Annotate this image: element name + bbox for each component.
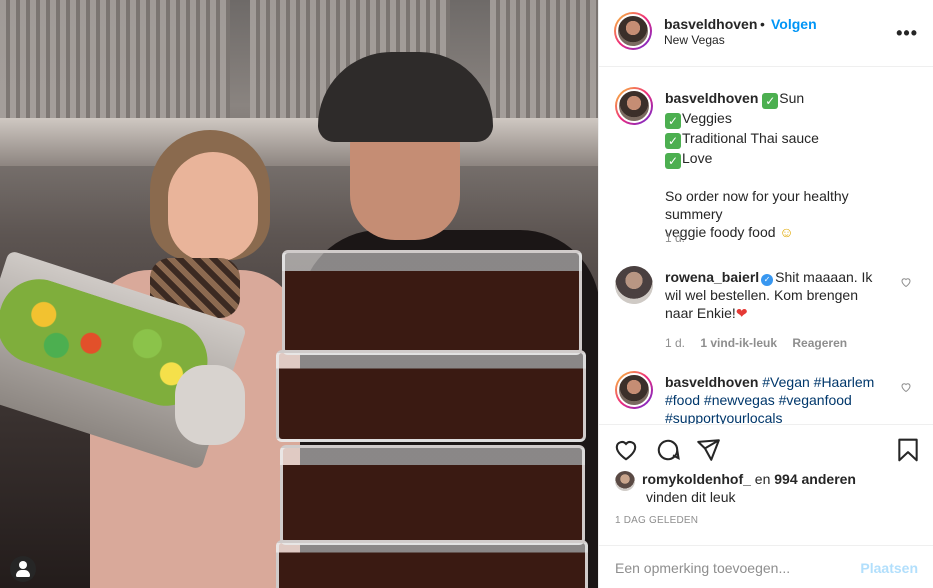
sauce-container bbox=[276, 540, 588, 588]
comment-line: naar Enkie! bbox=[665, 305, 736, 321]
comments-list[interactable]: basveldhoven ✓ Sun ✓ Veggies ✓ Traditional … bbox=[599, 67, 933, 424]
caption-line: Love bbox=[682, 150, 713, 166]
heart-outline-icon[interactable] bbox=[900, 276, 912, 288]
caption-line: Sun bbox=[779, 90, 805, 106]
glove bbox=[175, 365, 245, 445]
action-bar bbox=[599, 424, 933, 464]
comment-line: wil wel bestellen. Kom brengen bbox=[665, 287, 858, 303]
comment-text: rowena_baierl ✓ Shit maaaan. Ik wil wel be… bbox=[665, 268, 895, 322]
hashtag-link[interactable]: #Vegan #Haarlem bbox=[762, 374, 874, 390]
woman-face bbox=[168, 152, 258, 262]
caption-meta: 1 d. bbox=[665, 231, 697, 245]
timestamp[interactable]: 1 d. bbox=[665, 336, 685, 350]
post-comment-button[interactable]: Plaatsen bbox=[860, 560, 918, 576]
sauce-container bbox=[276, 350, 586, 442]
comment-text: basveldhoven #Vegan #Haarlem #food #newv… bbox=[665, 373, 895, 424]
timestamp[interactable]: 1 d. bbox=[665, 231, 685, 245]
location-link[interactable]: New Vegas bbox=[664, 33, 725, 47]
post-photo[interactable] bbox=[0, 0, 598, 588]
comment-item: basveldhoven #Vegan #Haarlem #food #newv… bbox=[615, 371, 920, 424]
like-heart-icon[interactable] bbox=[613, 437, 639, 463]
liker-username[interactable]: romykoldenhof_ bbox=[642, 471, 751, 487]
heart-emoji-icon: ❤ bbox=[735, 305, 748, 321]
comment-input[interactable]: Een opmerking toevoegen... bbox=[615, 560, 790, 576]
caption-username[interactable]: basveldhoven bbox=[665, 90, 758, 106]
caption-text: basveldhoven ✓ Sun ✓ Veggies ✓ Traditional … bbox=[665, 89, 895, 241]
caption: basveldhoven ✓ Sun ✓ Veggies ✓ Traditional … bbox=[615, 87, 920, 252]
share-paper-plane-icon[interactable] bbox=[695, 437, 721, 463]
separator-dot: • bbox=[760, 16, 765, 32]
comment-line: Shit maaaan. Ik bbox=[775, 269, 873, 285]
verified-badge-icon: ✓ bbox=[761, 274, 774, 286]
check-mark-icon: ✓ bbox=[665, 133, 681, 149]
likes-count[interactable]: 994 anderen bbox=[774, 471, 856, 487]
check-mark-icon: ✓ bbox=[665, 113, 681, 129]
follow-button[interactable]: Volgen bbox=[771, 16, 817, 32]
hashtag-link[interactable]: #food #newvegas #veganfood bbox=[665, 391, 895, 409]
kitchen-vent bbox=[0, 0, 230, 120]
post-panel: basveldhoven • Volgen New Vegas ••• basv… bbox=[598, 0, 933, 588]
kitchen-vent bbox=[490, 0, 598, 120]
avatar[interactable] bbox=[615, 371, 653, 409]
caption-paragraph: So order now for your healthy summery bbox=[665, 188, 849, 222]
caption-line: Veggies bbox=[682, 110, 732, 126]
bookmark-icon[interactable] bbox=[895, 437, 921, 463]
likes-suffix: vinden dit leuk bbox=[646, 489, 736, 505]
check-mark-icon: ✓ bbox=[665, 153, 681, 169]
add-comment-bar: Een opmerking toevoegen... Plaatsen bbox=[599, 545, 933, 588]
caption-line: Traditional Thai sauce bbox=[682, 130, 819, 146]
more-options-icon[interactable]: ••• bbox=[896, 23, 918, 44]
smile-emoji-icon: ☺ bbox=[779, 224, 794, 240]
comment-username[interactable]: basveldhoven bbox=[665, 374, 758, 390]
check-mark-icon: ✓ bbox=[762, 93, 779, 109]
post-date[interactable]: 1 DAG GELEDEN bbox=[615, 515, 698, 526]
kitchen-hood bbox=[0, 118, 598, 166]
tagged-users-icon[interactable] bbox=[10, 556, 36, 582]
comment-likes[interactable]: 1 vind-ik-leuk bbox=[700, 336, 777, 350]
comment-bubble-icon[interactable] bbox=[655, 437, 681, 463]
liker-avatar[interactable] bbox=[615, 471, 635, 491]
comment-meta: 1 d. 1 vind-ik-leuk Reageren bbox=[665, 336, 859, 350]
likes-connector: en bbox=[754, 471, 771, 487]
avatar[interactable] bbox=[615, 266, 653, 304]
sauce-container bbox=[280, 445, 585, 545]
post-header: basveldhoven • Volgen New Vegas ••• bbox=[599, 0, 933, 67]
avatar[interactable] bbox=[615, 87, 653, 125]
author-username[interactable]: basveldhoven bbox=[664, 16, 757, 32]
comment-item: rowena_baierl ✓ Shit maaaan. Ik wil wel be… bbox=[615, 266, 920, 356]
avatar[interactable] bbox=[614, 12, 652, 50]
comment-username[interactable]: rowena_baierl bbox=[665, 269, 759, 285]
heart-outline-icon[interactable] bbox=[900, 381, 912, 393]
sauce-container bbox=[282, 250, 582, 355]
reply-button[interactable]: Reageren bbox=[792, 336, 847, 350]
hashtag-link[interactable]: #supportyourlocals bbox=[665, 409, 895, 424]
